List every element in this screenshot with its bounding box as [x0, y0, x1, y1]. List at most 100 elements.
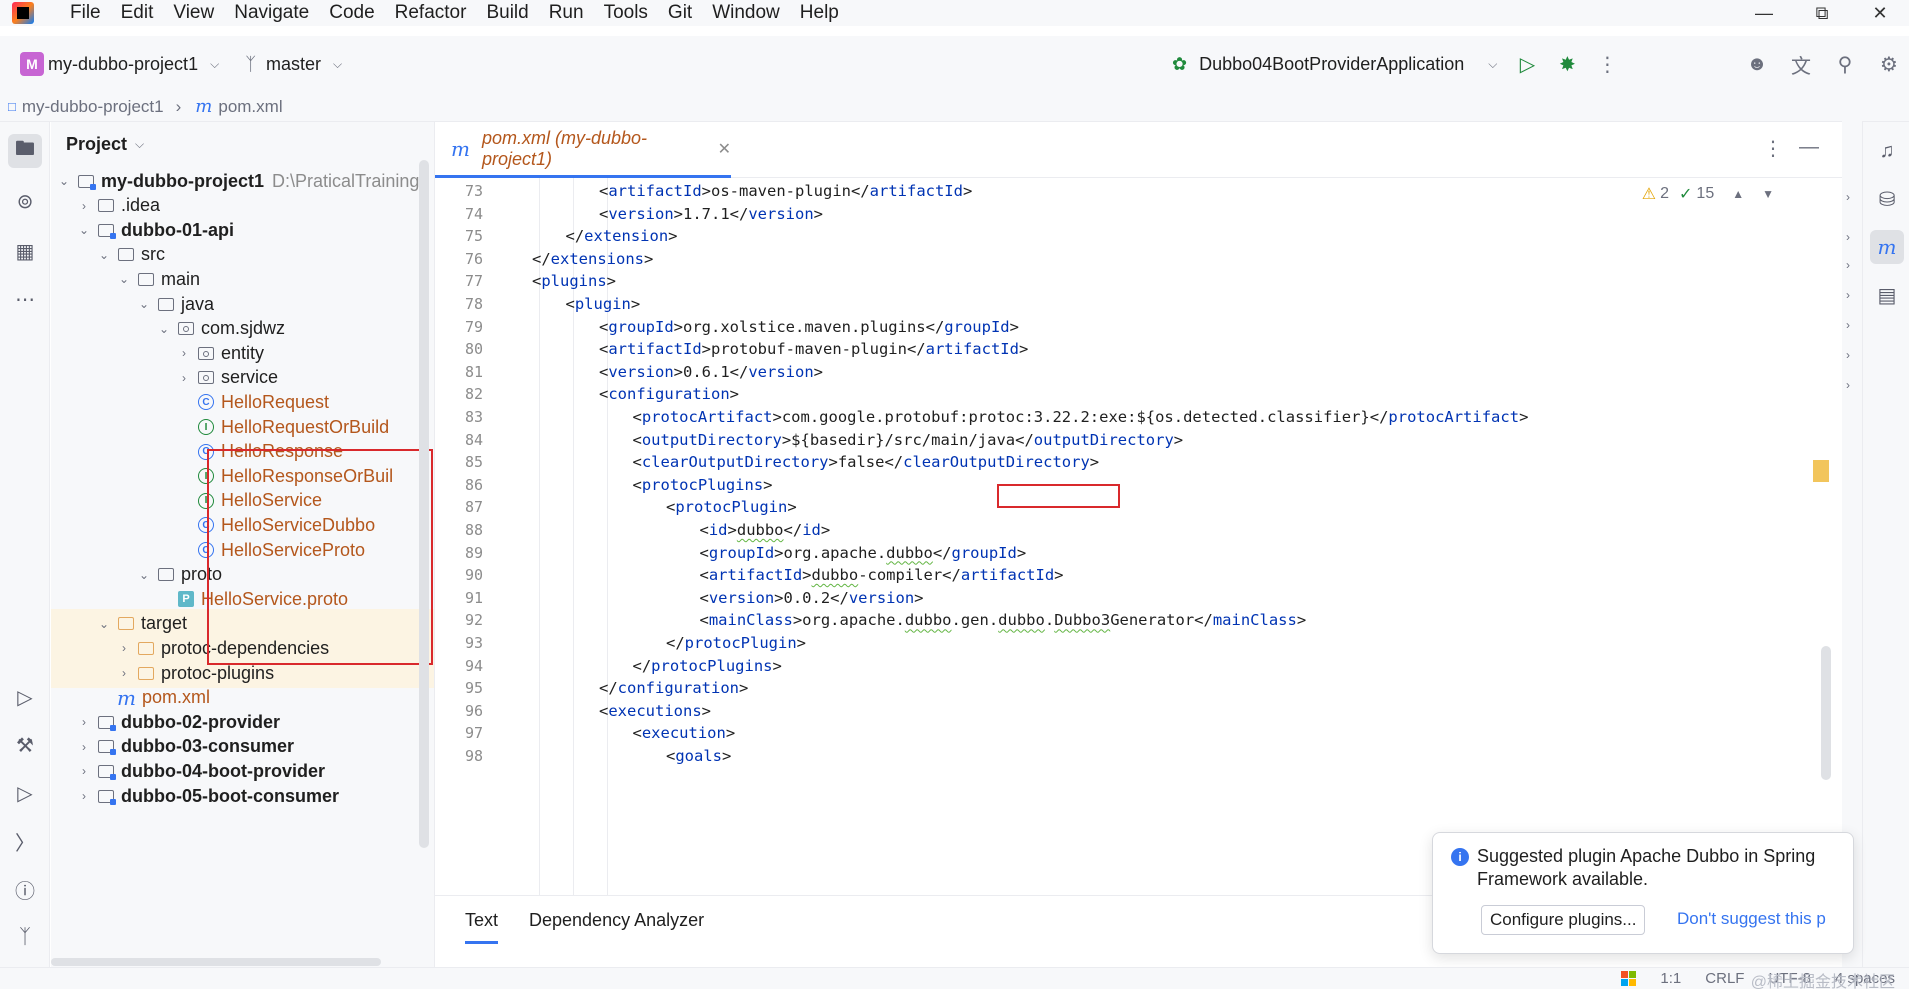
warning-icon: ⚠	[1641, 186, 1657, 203]
chevron-right-icon[interactable]: ›	[1846, 190, 1850, 204]
chevron-right-icon[interactable]: ›	[77, 199, 91, 213]
commit-icon[interactable]: ⊚	[8, 184, 42, 218]
problems-icon[interactable]: ⓘ	[8, 872, 42, 906]
tree-item-label: target	[141, 613, 188, 634]
project-vertical-scrollbar[interactable]	[419, 160, 429, 848]
chevron-down-icon[interactable]: ▼	[1762, 187, 1774, 201]
structure-icon[interactable]: ▦	[8, 234, 42, 268]
more-tools-icon[interactable]: ⋯	[8, 282, 42, 316]
project-horizontal-scrollbar[interactable]	[51, 958, 381, 966]
chevron-right-icon[interactable]: ›	[1846, 318, 1850, 332]
more-actions-icon[interactable]: ⋮	[1587, 44, 1627, 84]
chevron-down-icon[interactable]: ⌄	[137, 297, 151, 311]
minimize-panel-icon[interactable]: —	[1799, 136, 1819, 159]
settings-gear-icon[interactable]: ⚙	[1869, 44, 1909, 84]
caret-position[interactable]: 1:1	[1660, 970, 1681, 987]
chevron-right-icon[interactable]: ›	[1846, 288, 1850, 302]
chevron-right-icon[interactable]: ›	[117, 666, 131, 680]
services-icon[interactable]: ▷	[8, 680, 42, 714]
chevron-right-icon[interactable]: ›	[1846, 230, 1850, 244]
configure-plugins-button[interactable]: Configure plugins...	[1481, 905, 1646, 935]
chevron-down-icon[interactable]: ⌄	[137, 568, 151, 582]
chevron-right-icon[interactable]: ›	[77, 740, 91, 754]
chevron-right-icon[interactable]: ›	[77, 764, 91, 778]
minimize-window-icon[interactable]: —	[1735, 0, 1793, 26]
menu-tools[interactable]: Tools	[594, 1, 658, 25]
chevron-down-icon[interactable]: ⌄	[97, 248, 111, 262]
tab-text[interactable]: Text	[465, 910, 499, 944]
git-icon[interactable]: ᛉ	[8, 920, 42, 954]
branch-switcher[interactable]: master	[266, 54, 321, 75]
module-icon	[97, 714, 121, 731]
chevron-down-icon[interactable]: ⌵	[1488, 57, 1497, 72]
chevron-right-icon[interactable]: ›	[177, 371, 191, 385]
menu-code[interactable]: Code	[319, 1, 384, 25]
terminal-icon[interactable]: 〉	[8, 824, 42, 858]
breadcrumb-file[interactable]: pom.xml	[218, 97, 282, 117]
chevron-right-icon[interactable]: ›	[77, 715, 91, 729]
dont-suggest-link[interactable]: Don't suggest this p	[1677, 909, 1837, 929]
chevron-down-icon[interactable]: ⌵	[135, 137, 144, 152]
code-line[interactable]: <goals>	[666, 743, 731, 771]
project-tool-folder-icon[interactable]: 🖿	[8, 134, 42, 168]
add-user-icon[interactable]: ☻	[1737, 44, 1777, 84]
inspection-widget[interactable]: ⚠ 2 ✓ 15 ▲ ▼	[1642, 184, 1774, 204]
git-branch-icon: ᛉ	[245, 53, 256, 74]
run-config-selector[interactable]: ✿ Dubbo04BootProviderApplication ⌵ ▷ ✸ ⋮	[1172, 36, 1627, 92]
menu-edit[interactable]: Edit	[111, 1, 164, 25]
menu-refactor[interactable]: Refactor	[385, 1, 477, 25]
chevron-down-icon[interactable]: ⌄	[97, 617, 111, 631]
breadcrumb-project[interactable]: my-dubbo-project1	[22, 97, 164, 117]
tree-item-label: src	[141, 244, 165, 265]
database-icon[interactable]: ⛁	[1870, 182, 1904, 216]
notifications-bell-icon[interactable]: ♫	[1870, 134, 1904, 168]
chevron-right-icon[interactable]: ›	[177, 346, 191, 360]
tab-dependency-analyzer[interactable]: Dependency Analyzer	[529, 910, 704, 931]
chevron-down-icon[interactable]: ⌄	[157, 322, 171, 336]
chevron-down-icon[interactable]: ⌄	[57, 174, 71, 188]
chevron-right-icon[interactable]: ›	[1846, 348, 1850, 362]
ai-assistant-icon[interactable]: ▤	[1870, 278, 1904, 312]
close-tab-icon[interactable]: ✕	[718, 139, 731, 159]
toolbar-right: ☻ 文 ⚲ ⚙	[1737, 36, 1909, 92]
menu-navigate[interactable]: Navigate	[224, 1, 319, 25]
translate-icon[interactable]: 文	[1781, 44, 1821, 84]
chevron-down-icon[interactable]: ⌵	[333, 57, 342, 72]
editor-vertical-scrollbar[interactable]	[1821, 646, 1831, 780]
chevron-right-icon[interactable]: ›	[1846, 378, 1850, 392]
module-icon	[97, 788, 121, 805]
run-config-name[interactable]: Dubbo04BootProviderApplication	[1199, 54, 1464, 75]
chevron-down-icon[interactable]: ⌄	[77, 223, 91, 237]
chevron-right-icon[interactable]: ›	[1846, 258, 1850, 272]
chevron-down-icon[interactable]: ⌵	[210, 57, 219, 72]
menu-view[interactable]: View	[163, 1, 224, 25]
menu-help[interactable]: Help	[790, 1, 849, 25]
tree-item[interactable]: › dubbo-05-boot-consumer	[51, 781, 434, 811]
close-window-icon[interactable]: ✕	[1851, 0, 1909, 26]
debug-icon[interactable]: ✸	[1547, 44, 1587, 84]
tab-pom-xml[interactable]: m pom.xml (my-dubbo-project1) ✕	[435, 122, 731, 178]
search-icon[interactable]: ⚲	[1825, 44, 1865, 84]
maven-icon: m	[117, 685, 136, 710]
menu-git[interactable]: Git	[658, 1, 702, 25]
intellij-logo-icon[interactable]	[12, 2, 34, 24]
editor-change-marker[interactable]	[1813, 460, 1829, 482]
menu-file[interactable]: File	[60, 1, 111, 25]
code-editor[interactable]: <artifactId>os-maven-plugin</artifactId>…	[525, 178, 1815, 895]
chevron-down-icon[interactable]: ⌄	[117, 272, 131, 286]
tab-more-icon[interactable]: ⋮	[1763, 136, 1783, 161]
project-panel-header[interactable]: Project ⌵	[51, 122, 434, 166]
chevron-right-icon[interactable]: ›	[77, 789, 91, 803]
chevron-up-icon[interactable]: ▲	[1732, 187, 1744, 201]
maven-tool-icon[interactable]: m	[1870, 230, 1904, 264]
run-tool-icon[interactable]: ▷	[8, 776, 42, 810]
line-separator[interactable]: CRLF	[1705, 970, 1744, 987]
restore-window-icon[interactable]: ⧉	[1793, 0, 1851, 26]
chevron-right-icon[interactable]: ›	[117, 641, 131, 655]
menu-build[interactable]: Build	[476, 1, 538, 25]
project-switcher[interactable]: my-dubbo-project1	[48, 54, 198, 75]
menu-run[interactable]: Run	[539, 1, 594, 25]
build-hammer-icon[interactable]: ⚒	[8, 728, 42, 762]
run-icon[interactable]: ▷	[1507, 44, 1547, 84]
menu-window[interactable]: Window	[702, 1, 790, 25]
